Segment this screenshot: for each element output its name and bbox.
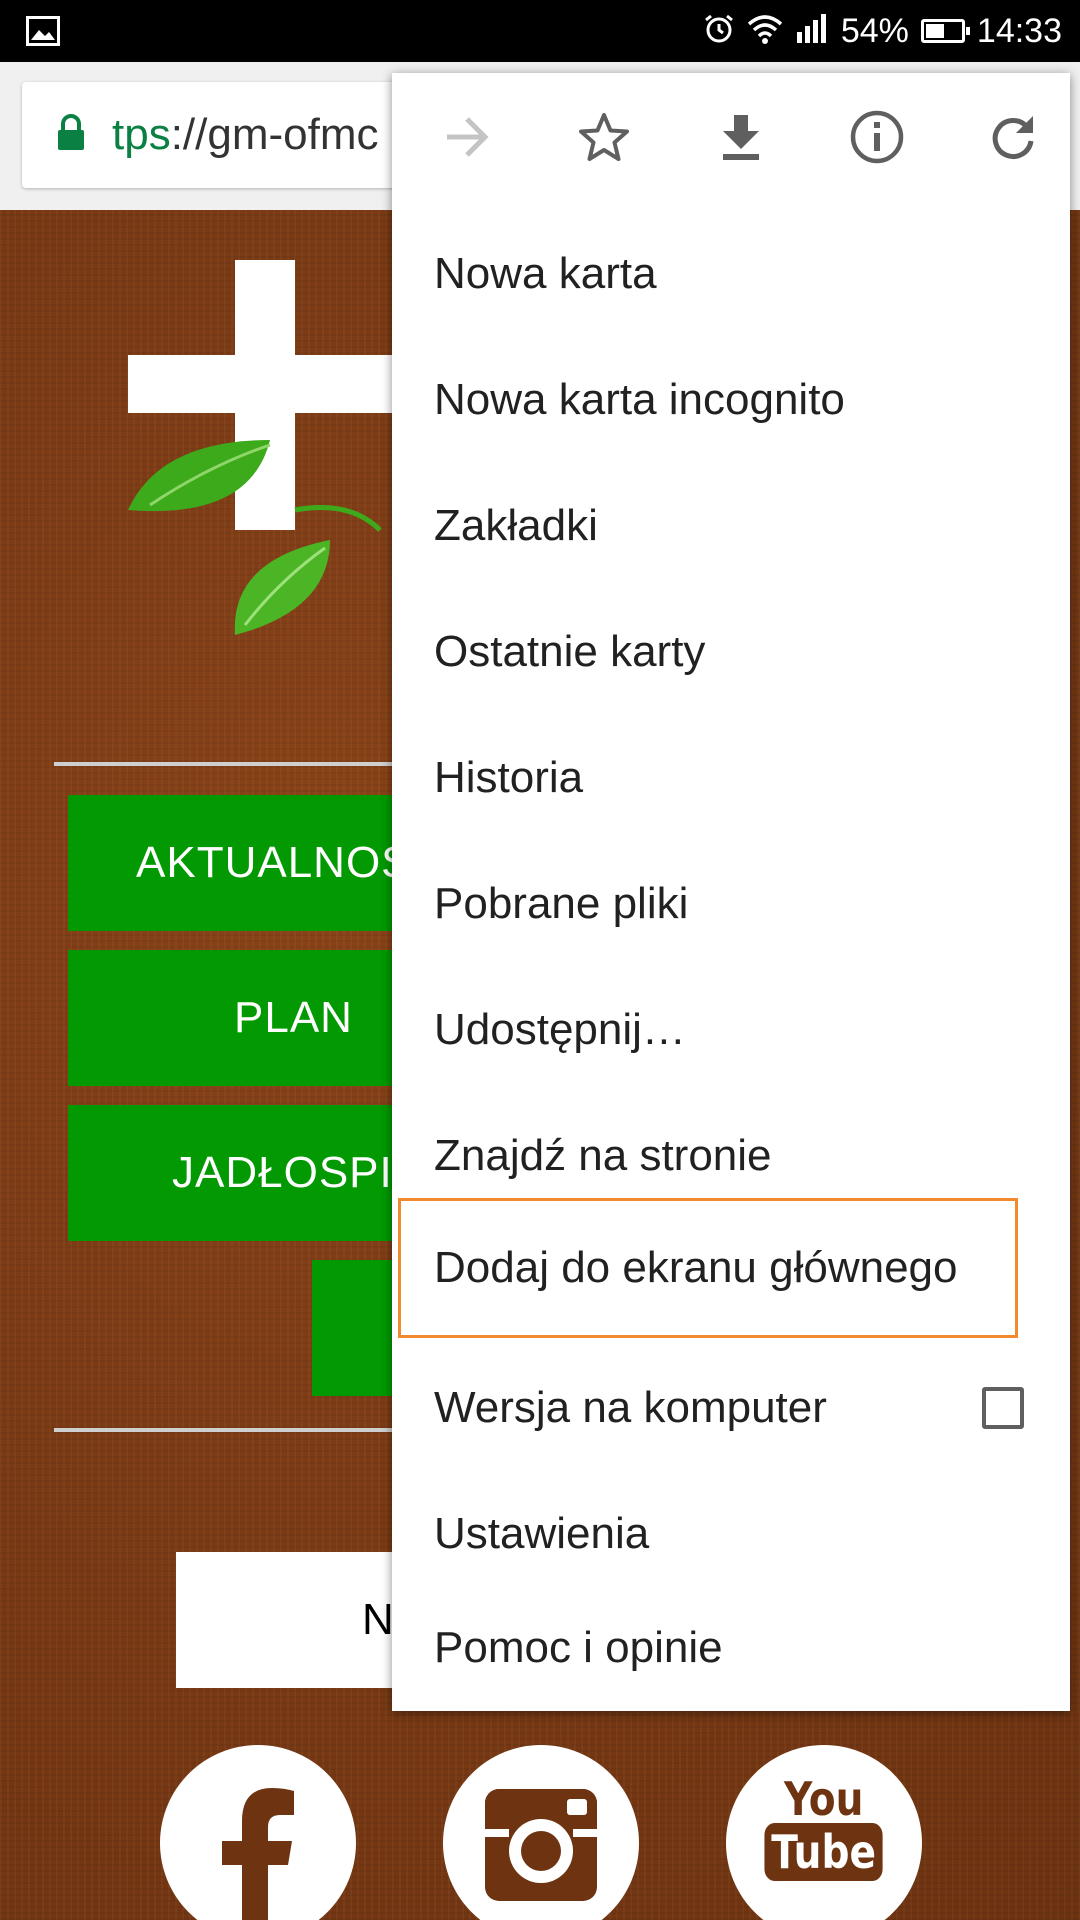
bookmark-star-icon [578, 112, 630, 167]
battery-percent: 54% [840, 11, 909, 50]
news-button-label: AKTUALNOŚ [136, 838, 412, 887]
youtube-icon: You Tube [754, 1775, 893, 1881]
url-host: ://gm-ofmc [170, 110, 379, 159]
overflow-menu: Nowa karta Nowa karta incognito Zakładki… [392, 73, 1070, 1711]
battery-fill [925, 24, 945, 38]
menu-item-label: Ustawienia [434, 1509, 650, 1558]
menu-item-add-to-home-screen[interactable]: Dodaj do ekranu głównego [398, 1198, 1018, 1338]
menu-item-label: Dodaj do ekranu głównego [434, 1243, 958, 1292]
page-info-button[interactable] [845, 107, 909, 171]
instagram-icon [481, 1785, 601, 1910]
desktop-site-checkbox[interactable] [982, 1387, 1024, 1429]
youtube-you: You [784, 1772, 864, 1826]
menu-item-label: Ostatnie karty [434, 627, 706, 676]
menu-item-settings[interactable]: Ustawienia [392, 1471, 1070, 1597]
menu-item-history[interactable]: Historia [392, 715, 1070, 841]
menu-item-label: Historia [434, 753, 584, 802]
info-icon [849, 109, 905, 170]
facebook-link[interactable] [160, 1745, 356, 1920]
bookmark-button[interactable] [572, 107, 636, 171]
menu-item-label: Znajdź na stronie [434, 1131, 772, 1180]
menu-icon-row [392, 73, 1070, 203]
download-icon [721, 113, 761, 166]
download-button[interactable] [709, 107, 773, 171]
menu-item-label: Udostępnij… [434, 1005, 686, 1054]
address-bar[interactable]: tps://gm-ofmc [22, 82, 442, 188]
menu-item-label: Pobrane pliki [434, 879, 689, 928]
menu-item-recent-tabs[interactable]: Ostatnie karty [392, 589, 1070, 715]
url-text: tps://gm-ofmc [112, 110, 379, 160]
white-button-label: N [362, 1595, 394, 1644]
url-scheme: tps [112, 110, 171, 159]
menu-item-downloads[interactable]: Pobrane pliki [392, 841, 1070, 967]
alarm-icon [703, 13, 735, 50]
facebook-icon [218, 1785, 298, 1920]
menu-item-desktop-site[interactable]: Wersja na komputer [392, 1345, 1070, 1471]
signal-icon [795, 13, 829, 49]
menu-item-label: Nowa karta [434, 249, 657, 298]
clock: 14:33 [976, 11, 1062, 50]
youtube-link[interactable]: You Tube [726, 1745, 922, 1920]
menu-item-label: Nowa karta incognito [434, 375, 845, 424]
plan-button-label: PLAN [234, 993, 353, 1042]
forward-button[interactable] [436, 107, 500, 171]
menu-food-button-label: JADŁOSPI [172, 1148, 393, 1197]
menu-item-bookmarks[interactable]: Zakładki [392, 463, 1070, 589]
gallery-icon [26, 16, 60, 51]
lock-icon [56, 114, 86, 157]
menu-item-new-tab[interactable]: Nowa karta [392, 211, 1070, 337]
menu-item-share[interactable]: Udostępnij… [392, 967, 1070, 1093]
menu-item-help-feedback[interactable]: Pomoc i opinie [392, 1585, 1070, 1711]
menu-item-label: Wersja na komputer [434, 1383, 827, 1432]
status-bar: 54% 14:33 [0, 0, 1080, 62]
forward-icon [445, 116, 491, 163]
wifi-icon [747, 14, 783, 49]
menu-item-label: Pomoc i opinie [434, 1623, 723, 1672]
youtube-tube: Tube [764, 1823, 884, 1881]
refresh-icon [989, 113, 1037, 166]
refresh-button[interactable] [981, 107, 1045, 171]
cross-leaf-logo [120, 260, 420, 645]
menu-item-label: Zakładki [434, 501, 598, 550]
menu-item-new-incognito-tab[interactable]: Nowa karta incognito [392, 337, 1070, 463]
instagram-link[interactable] [443, 1745, 639, 1920]
battery-icon [920, 19, 970, 43]
